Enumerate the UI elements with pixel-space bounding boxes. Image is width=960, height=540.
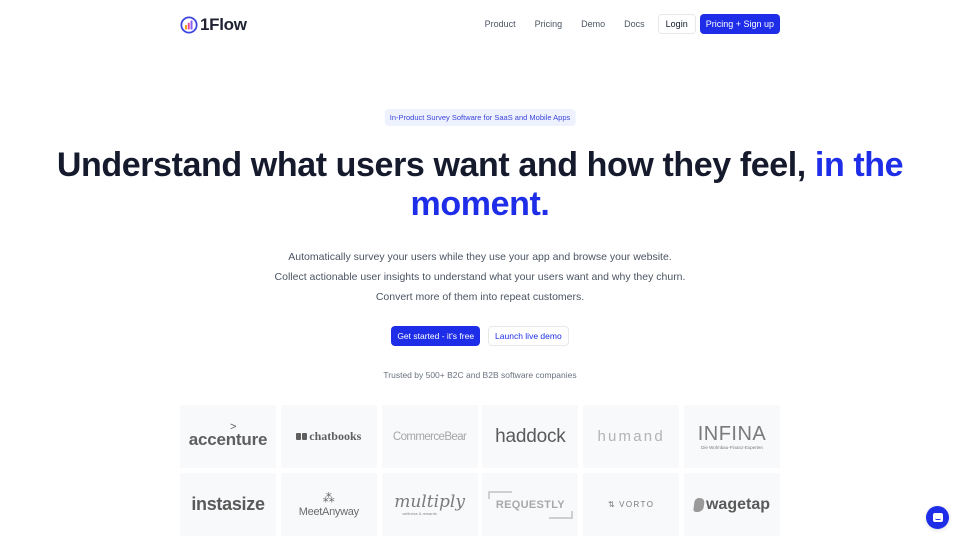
chat-launcher-button[interactable] (926, 506, 949, 529)
accenture-chevron-icon: > (230, 420, 237, 433)
customer-logo-grid: > accenture chatbooks CommerceBear haddoc… (180, 405, 780, 536)
hero-badge: In-Product Survey Software for SaaS and … (384, 109, 576, 126)
infina-logo: INFINA Die Wohnbau-Finanz-Experten (698, 424, 767, 450)
vorto-wordmark: VORTO (619, 500, 655, 509)
wagetap-wordmark: wagetap (705, 495, 770, 513)
meetanyway-logo: ⁂ MeetAnyway (299, 492, 359, 518)
haddock-logo: haddock (495, 425, 566, 447)
chatbooks-logo: chatbooks (296, 429, 361, 444)
top-nav: 1Flow Product Pricing Demo Docs Login Pr… (0, 0, 960, 50)
brand-logo[interactable]: 1Flow (180, 15, 247, 35)
multiply-tagline: wellness & rewards (402, 511, 437, 516)
chat-bubble-icon (932, 513, 943, 522)
wagetap-logo: wagetap (692, 495, 770, 514)
headline-main: Understand what users want and how they … (56, 146, 806, 184)
logo-tile-instasize: instasize (180, 473, 276, 536)
humand-logo: humand (597, 428, 665, 445)
commercebear-logo: CommerceBear (392, 430, 467, 443)
meetanyway-wordmark: MeetAnyway (298, 505, 359, 518)
hero-headline: Understand what users want and how they … (0, 146, 960, 224)
nav-link-product[interactable]: Product (485, 19, 516, 29)
accenture-logo: > accenture (188, 420, 268, 450)
nav-link-docs[interactable]: Docs (624, 19, 645, 29)
logo-tile-infina: INFINA Die Wohnbau-Finanz-Experten (683, 405, 780, 468)
arrow-right-icon (487, 490, 512, 499)
login-button[interactable]: Login (657, 14, 696, 34)
nav-link-demo[interactable]: Demo (581, 19, 605, 29)
accenture-wordmark: accenture (188, 429, 268, 449)
multiply-logo: multiply wellness & rewards (394, 493, 465, 516)
get-started-button[interactable]: Get started - it's free (391, 326, 481, 346)
subtext-line-2: Collect actionable user insights to unde… (274, 271, 686, 283)
logo-tile-meetanyway: ⁂ MeetAnyway (280, 473, 377, 536)
vorto-logo: ⇅ VORTO (608, 500, 654, 509)
meetanyway-people-icon: ⁂ (322, 490, 335, 505)
launch-demo-button[interactable]: Launch live demo (488, 326, 569, 346)
logo-icon (180, 16, 198, 34)
logo-tile-humand: humand (583, 405, 680, 468)
logo-tile-multiply: multiply wellness & rewards (381, 473, 478, 536)
arrow-left-icon (548, 510, 573, 519)
logo-tile-vorto: ⇅ VORTO (583, 473, 680, 536)
logo-tile-chatbooks: chatbooks (280, 405, 377, 468)
logo-tile-haddock: haddock (482, 405, 579, 468)
subtext-line-1: Automatically survey your users while th… (288, 251, 672, 263)
chatbooks-wordmark: chatbooks (309, 429, 362, 443)
hero-subtext: Automatically survey your users while th… (0, 247, 960, 307)
logo-tile-accenture: > accenture (180, 405, 276, 468)
logo-tile-requestly: REQUESTLY (482, 473, 579, 536)
subtext-line-3: Convert more of them into repeat custome… (375, 291, 585, 303)
trusted-by-text: Trusted by 500+ B2C and B2B software com… (383, 370, 577, 380)
cta-row: Get started - it's free Launch live demo (0, 326, 960, 346)
vorto-mark-icon: ⇅ (608, 500, 617, 509)
nav-links: Product Pricing Demo Docs Login Pricing … (485, 14, 780, 34)
multiply-wordmark: multiply (394, 492, 465, 512)
book-icon (296, 433, 308, 440)
requestly-logo: REQUESTLY (487, 490, 573, 519)
instasize-logo: instasize (191, 494, 265, 514)
brand-name: 1Flow (200, 15, 247, 34)
infina-wordmark: INFINA (697, 422, 767, 445)
wagetap-mark-icon (692, 497, 705, 512)
infina-tagline: Die Wohnbau-Finanz-Experten (701, 444, 763, 450)
nav-link-pricing[interactable]: Pricing (535, 19, 563, 29)
logo-tile-wagetap: wagetap (683, 473, 780, 536)
logo-tile-commercebear: CommerceBear (381, 405, 478, 468)
requestly-wordmark: REQUESTLY (495, 498, 565, 511)
pricing-signup-button[interactable]: Pricing + Sign up (699, 14, 780, 34)
